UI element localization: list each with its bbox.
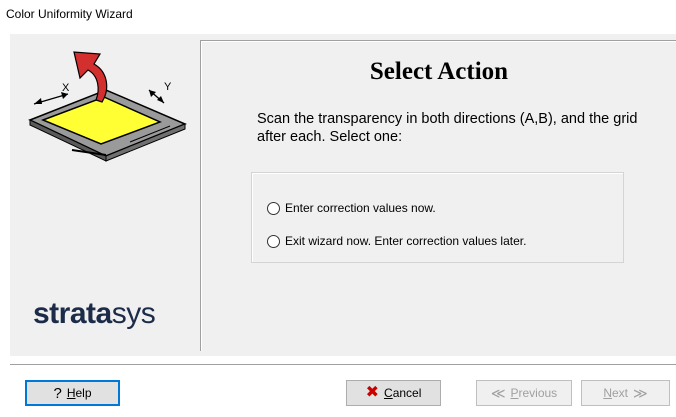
axis-x-label: X [62, 82, 70, 94]
red-arrow-icon [73, 51, 108, 103]
wizard-side-panel: X Y stratasys [10, 34, 199, 350]
instructions-text: Scan the transparency in both directions… [257, 111, 638, 145]
next-label-post: ext [612, 386, 629, 400]
previous-label-accel: P [510, 386, 519, 400]
cancel-label-post: ancel [392, 386, 422, 400]
page-title: Select Action [369, 58, 509, 85]
axis-y-label: Y [164, 81, 172, 93]
help-label-accel: H [66, 386, 76, 400]
option-label: Enter correction values now. [285, 201, 436, 215]
window-title: Color Uniformity Wizard [6, 7, 133, 21]
option-label: Exit wizard now. Enter correction values… [285, 234, 527, 248]
chevron-right-icon: ≫ [633, 385, 648, 401]
footer-separator-highlight [10, 365, 676, 366]
help-button[interactable]: ? Help [25, 380, 120, 406]
help-label-post: elp [75, 386, 92, 400]
options-group: Enter correction values now. Exit wizard… [251, 172, 624, 263]
radio-button[interactable] [267, 234, 280, 248]
radio-button[interactable] [267, 201, 280, 215]
stratasys-logo: stratasys [33, 297, 156, 330]
question-icon: ? [53, 384, 62, 402]
previous-button[interactable]: ≪ Previous [476, 380, 572, 406]
wizard-content-panel: Select Action Scan the transparency in b… [200, 40, 676, 351]
option-enter-now[interactable]: Enter correction values now. [267, 201, 436, 215]
next-label-accel: N [603, 386, 612, 400]
previous-label-post: revious [518, 386, 558, 400]
cancel-label-accel: C [384, 386, 393, 400]
option-exit-wizard[interactable]: Exit wizard now. Enter correction values… [267, 234, 526, 248]
x-icon: ✖ [365, 384, 380, 401]
scanner-illustration: X Y [28, 51, 187, 162]
cancel-button[interactable]: ✖ Cancel [346, 380, 441, 406]
next-button[interactable]: Next ≫ [581, 380, 670, 406]
chevron-left-icon: ≪ [490, 385, 506, 401]
